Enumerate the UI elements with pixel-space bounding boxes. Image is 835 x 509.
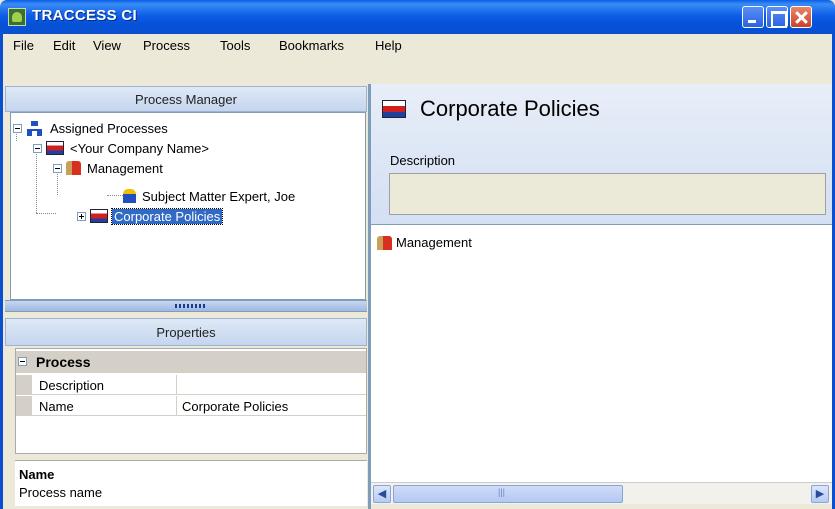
property-row-name[interactable]: Name Corporate Policies (16, 396, 366, 416)
description-field[interactable] (389, 173, 826, 215)
window-frame-left (0, 34, 3, 509)
detail-list[interactable]: Management (371, 224, 832, 482)
menu-edit[interactable]: Edit (53, 38, 75, 53)
tree-item-label: Corporate Policies (110, 207, 224, 225)
people-icon (377, 235, 392, 250)
menu-file[interactable]: File (13, 38, 34, 53)
collapse-icon[interactable] (53, 163, 62, 173)
expand-icon[interactable] (77, 211, 86, 221)
list-item-management[interactable]: Management (377, 235, 472, 250)
minimize-button[interactable] (742, 6, 764, 28)
people-icon (66, 161, 81, 175)
tree-item-subject-matter-expert[interactable]: Subject Matter Expert, Joe (123, 187, 297, 205)
process-tree[interactable]: Assigned Processes <Your Company Name> M… (10, 112, 366, 300)
menu-view[interactable]: View (93, 38, 121, 53)
property-separator (176, 375, 177, 395)
tree-item-label: Assigned Processes (50, 120, 168, 136)
tree-item-company[interactable]: <Your Company Name> (33, 139, 211, 157)
list-item-label: Management (396, 235, 472, 250)
horizontal-scrollbar[interactable]: ◀ ▶ (371, 482, 832, 504)
scroll-thumb[interactable] (393, 485, 623, 503)
company-icon (46, 141, 64, 155)
policies-icon (90, 209, 108, 223)
property-separator (176, 396, 177, 416)
collapse-icon[interactable] (18, 357, 27, 366)
menu-bar: File Edit View Process Tools Bookmarks H… (0, 34, 835, 58)
tree-item-label: Management (87, 160, 163, 176)
property-gutter (16, 396, 32, 416)
tree-item-corporate-policies[interactable]: Corporate Policies (77, 207, 224, 225)
property-value[interactable]: Corporate Policies (182, 399, 288, 414)
tree-item-label: Subject Matter Expert, Joe (142, 188, 296, 204)
menu-tools[interactable]: Tools (220, 38, 250, 53)
tree-item-assigned-processes[interactable]: Assigned Processes (13, 119, 170, 137)
scroll-right-icon[interactable]: ▶ (811, 485, 829, 503)
process-manager-header: Process Manager (5, 86, 367, 112)
property-key: Name (39, 399, 74, 414)
maximize-button[interactable] (766, 6, 788, 28)
tree-connector (36, 213, 56, 214)
property-category-label: Process (36, 354, 91, 370)
close-button[interactable] (790, 6, 812, 28)
title-bar[interactable]: TRACCESS CI (0, 0, 835, 34)
splitter-grip-icon[interactable] (175, 304, 205, 308)
property-key: Description (39, 378, 105, 393)
tree-connector (107, 195, 123, 196)
menu-help[interactable]: Help (375, 38, 402, 53)
collapse-icon[interactable] (33, 143, 42, 153)
property-row-description[interactable]: Description (16, 375, 366, 395)
menu-process[interactable]: Process (143, 38, 190, 53)
org-chart-icon (26, 121, 44, 136)
window-title: TRACCESS CI (32, 7, 137, 24)
tree-item-management[interactable]: Management (53, 159, 165, 177)
person-icon (123, 189, 136, 203)
property-help-text: Process name (19, 485, 103, 500)
description-label: Description (390, 153, 456, 168)
scroll-left-icon[interactable]: ◀ (373, 485, 391, 503)
tree-item-label: <Your Company Name> (70, 140, 209, 156)
detail-title: Corporate Policies (420, 96, 600, 121)
properties-header: Properties (5, 318, 367, 346)
menu-bookmarks[interactable]: Bookmarks (279, 38, 344, 53)
horizontal-splitter[interactable] (5, 300, 367, 312)
property-gutter (16, 375, 32, 395)
app-icon (8, 8, 26, 26)
collapse-icon[interactable] (13, 123, 22, 133)
property-grid[interactable]: Process Description Name Corporate Polic… (15, 348, 367, 454)
property-help-panel: Name Process name (15, 460, 367, 506)
property-category[interactable]: Process (16, 351, 366, 373)
policies-icon (382, 100, 406, 118)
property-help-title: Name (19, 467, 55, 482)
